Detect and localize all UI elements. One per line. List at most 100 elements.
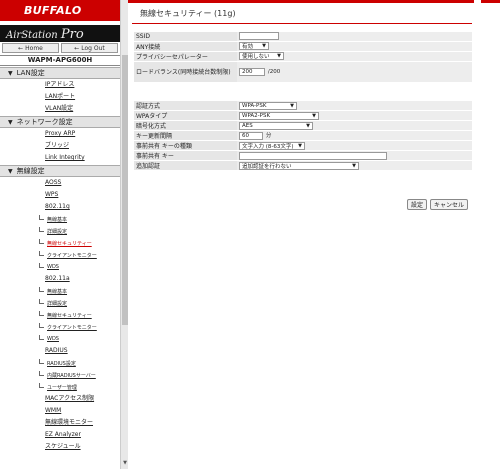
- tree-corner-icon: [39, 359, 44, 364]
- ssid-field[interactable]: [239, 32, 279, 41]
- apply-button[interactable]: 設定: [407, 199, 428, 210]
- tree-corner-icon: [39, 371, 44, 376]
- menu-subitem-a-wds[interactable]: WDS: [0, 333, 120, 345]
- tree-corner-icon: [39, 323, 44, 328]
- menu-item-wireless-monitor[interactable]: 無線環境モニター: [0, 417, 120, 429]
- menu-item-schedule[interactable]: スケジュール: [0, 441, 120, 453]
- menu-item-mac-access[interactable]: MACアクセス制限: [0, 393, 120, 405]
- menu-item-wps[interactable]: WPS: [0, 189, 120, 201]
- any-connection-select[interactable]: 有効 ▼: [239, 42, 269, 50]
- load-balance-input[interactable]: 200: [239, 67, 265, 76]
- triangle-down-icon: ▼: [8, 69, 13, 77]
- menu-subitem-internal-radius[interactable]: 内蔵RADIUSサーバー: [0, 369, 120, 381]
- home-button[interactable]: ← Home: [2, 43, 59, 53]
- dropdown-arrow-icon: ▼: [306, 122, 310, 129]
- top-accent-bar: [128, 0, 500, 3]
- auth-method-select[interactable]: WPA-PSK ▼: [239, 101, 297, 110]
- tree-corner-icon: [39, 311, 44, 316]
- logout-button[interactable]: ← Log Out: [61, 43, 118, 53]
- menu-section-network[interactable]: ▼ ネットワーク設定: [0, 116, 120, 128]
- menu-subitem-g-wds[interactable]: WDS: [0, 261, 120, 273]
- model-name: WAPM-APG600H: [0, 55, 120, 66]
- tree-corner-icon: [39, 383, 44, 388]
- menu-subitem-a-client-monitor[interactable]: クライアントモニター: [0, 321, 120, 333]
- menu-item-lan-port[interactable]: LANポート: [0, 91, 120, 103]
- menu-subitem-g-basic[interactable]: 無線基本: [0, 213, 120, 225]
- tree-corner-icon: [39, 335, 44, 340]
- arrow-left-icon: ←: [18, 44, 24, 52]
- menu-subitem-a-basic[interactable]: 無線基本: [0, 285, 120, 297]
- security-settings-table: 認証方式 WPA-PSK ▼ WPAタイプ WPA2-PSK ▼ 暗号化方式 A…: [134, 101, 472, 171]
- psk-type-label: 事前共有 キーの種類: [134, 140, 237, 151]
- psk-input[interactable]: [239, 151, 387, 160]
- menu-item-bridge[interactable]: ブリッジ: [0, 140, 120, 152]
- form-row-psk-type: 事前共有 キーの種類 文字入力 (8-63文字) ▼: [134, 140, 472, 151]
- menu-section-wireless[interactable]: ▼ 無線設定: [0, 165, 120, 177]
- any-connection-label: ANY接続: [134, 41, 237, 52]
- encryption-label: 暗号化方式: [134, 120, 237, 131]
- form-row-wpa-type: WPAタイプ WPA2-PSK ▼: [134, 110, 472, 121]
- load-balance-unit: /200: [267, 69, 281, 75]
- key-interval-label: キー更新間隔: [134, 130, 237, 141]
- basic-settings-table: SSID ANY接続 有効 ▼ プライバシーセパレーター 使用しない ▼ ロード…: [134, 32, 472, 83]
- tree-corner-icon: [39, 215, 44, 220]
- menu-item-80211a[interactable]: 802.11a: [0, 273, 120, 285]
- tree-corner-icon: [39, 251, 44, 256]
- menu-subitem-user-management[interactable]: ユーザー管理: [0, 381, 120, 393]
- wpa-type-label: WPAタイプ: [134, 110, 237, 121]
- main-scrollbar[interactable]: [474, 0, 481, 469]
- tree-corner-icon: [39, 287, 44, 292]
- menu-section-lan[interactable]: ▼ LAN設定: [0, 67, 120, 79]
- menu-item-radius[interactable]: RADIUS: [0, 345, 120, 357]
- form-row-any-connection: ANY接続 有効 ▼: [134, 41, 472, 52]
- form-row-encryption: 暗号化方式 AES ▼: [134, 120, 472, 131]
- menu-item-proxy-arp[interactable]: Proxy ARP: [0, 128, 120, 140]
- wpa-type-select[interactable]: WPA2-PSK ▼: [239, 111, 319, 120]
- menu-item-ip-address[interactable]: IPアドレス: [0, 79, 120, 91]
- tree-corner-icon: [39, 263, 44, 268]
- dropdown-arrow-icon: ▼: [290, 102, 294, 109]
- page-title: 無線セキュリティー (11g): [140, 9, 236, 18]
- title-divider: [132, 23, 472, 24]
- form-row-auth-method: 認証方式 WPA-PSK ▼: [134, 101, 472, 111]
- menu-subitem-a-advanced[interactable]: 詳細設定: [0, 297, 120, 309]
- form-row-privacy-separator: プライバシーセパレーター 使用しない ▼: [134, 51, 472, 62]
- menu-subitem-radius-settings[interactable]: RADIUS設定: [0, 357, 120, 369]
- product-suffix: Pro: [60, 27, 84, 42]
- form-actions: 設定 キャンセル: [407, 199, 469, 210]
- additional-auth-select[interactable]: 追加認証を行わない ▼: [239, 161, 359, 170]
- menu-item-link-integrity[interactable]: Link Integrity: [0, 152, 120, 164]
- arrow-left-icon: ←: [74, 44, 80, 52]
- additional-auth-label: 追加認証: [134, 160, 237, 171]
- tree-corner-icon: [39, 239, 44, 244]
- key-interval-input[interactable]: 60: [239, 131, 263, 140]
- menu-item-aoss[interactable]: AOSS: [0, 177, 120, 189]
- tree-corner-icon: [39, 299, 44, 304]
- auth-method-label: 認証方式: [134, 101, 237, 111]
- menu-item-80211g[interactable]: 802.11g: [0, 201, 120, 213]
- product-banner: AirStation Pro: [0, 25, 120, 42]
- cancel-button[interactable]: キャンセル: [430, 199, 469, 210]
- form-row-additional-auth: 追加認証 追加認証を行わない ▼: [134, 160, 472, 171]
- psk-type-select[interactable]: 文字入力 (8-63文字) ▼: [239, 141, 305, 150]
- ssid-label: SSID: [134, 32, 237, 42]
- triangle-down-icon: ▼: [8, 167, 13, 175]
- menu-subitem-g-security[interactable]: 無線セキュリティー: [0, 237, 120, 249]
- sidebar-scrollbar[interactable]: ▼: [120, 0, 128, 469]
- encryption-select[interactable]: AES ▼: [239, 121, 313, 130]
- dropdown-arrow-icon: ▼: [298, 142, 302, 149]
- nav-buttons: ← Home ← Log Out: [0, 43, 120, 54]
- menu-subitem-g-client-monitor[interactable]: クライアントモニター: [0, 249, 120, 261]
- menu-subitem-g-advanced[interactable]: 詳細設定: [0, 225, 120, 237]
- menu-item-ez-analyzer[interactable]: EZ Analyzer: [0, 429, 120, 441]
- sidebar-menu: ▼ LAN設定 IPアドレス LANポート VLAN設定 ▼ ネットワーク設定 …: [0, 66, 120, 453]
- menu-item-vlan[interactable]: VLAN設定: [0, 103, 120, 115]
- dropdown-arrow-icon: ▼: [312, 112, 316, 119]
- privacy-separator-label: プライバシーセパレーター: [134, 51, 237, 62]
- menu-subitem-a-security[interactable]: 無線セキュリティー: [0, 309, 120, 321]
- form-row-key-interval: キー更新間隔 60 分: [134, 130, 472, 141]
- menu-item-wmm[interactable]: WMM: [0, 405, 120, 417]
- privacy-separator-select[interactable]: 使用しない ▼: [239, 52, 284, 60]
- form-row-ssid: SSID: [134, 32, 472, 42]
- sidebar: BUFFALO AirStation Pro ← Home ← Log Out …: [0, 0, 120, 469]
